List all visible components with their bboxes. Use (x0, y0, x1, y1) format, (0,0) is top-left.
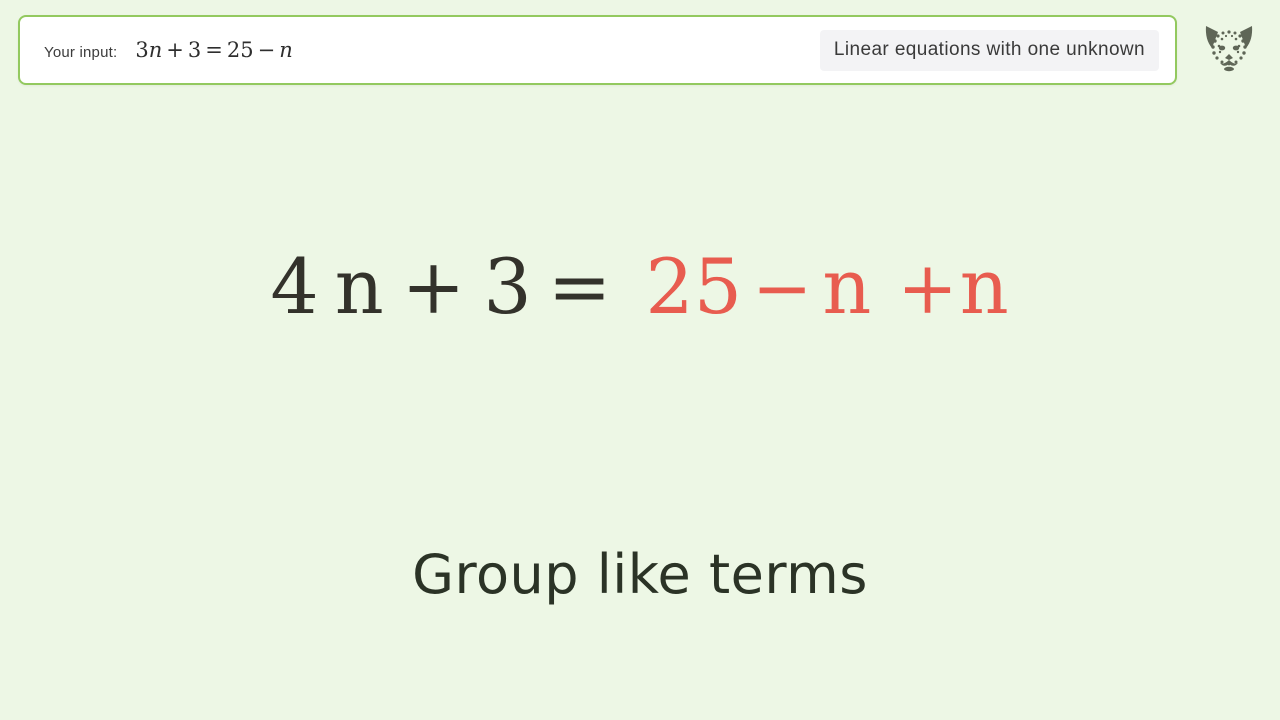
input-constant: 3 (187, 38, 202, 62)
user-input-bar[interactable]: Your input: 3n +3 = 25− n Linear equations w… (18, 15, 1177, 85)
equation-lhs-variable: n (334, 242, 384, 331)
input-plus-operator: + (166, 38, 184, 62)
your-input-label: Your input: (44, 44, 118, 61)
equation-added-variable: n (959, 242, 1009, 331)
equation-added-plus-operator: + (897, 246, 958, 330)
step-caption: Group like terms (412, 543, 868, 606)
leopard-face-logo (1198, 20, 1260, 78)
main-equation: 4 n + 3 = 25 − n + n (270, 249, 1008, 325)
input-equals-operator: = (205, 38, 223, 62)
input-minus-operator: − (257, 38, 276, 62)
equation-rhs-variable: n (822, 242, 872, 331)
lesson-title-badge: Linear equations with one unknown (819, 29, 1159, 71)
equation-equals-operator: = (547, 242, 612, 331)
input-variable: n (148, 38, 163, 62)
user-input-content: Your input: 3n +3 = 25− n (20, 38, 293, 62)
equation-stage: 4 n + 3 = 25 − n + n (0, 232, 1280, 342)
user-input-equation: 3n +3 = 25− n (135, 38, 292, 62)
input-coefficient: 3 (135, 38, 149, 62)
equation-rhs-minus-operator: − (752, 246, 813, 330)
input-rhs-constant: 25 (226, 38, 254, 62)
input-rhs-variable: n (279, 38, 293, 62)
equation-lhs-constant: 3 (483, 242, 532, 331)
equation-lhs-coefficient: 4 (270, 242, 319, 331)
equation-rhs-constant: 25 (645, 242, 743, 331)
equation-lhs-plus-operator: + (401, 242, 466, 331)
